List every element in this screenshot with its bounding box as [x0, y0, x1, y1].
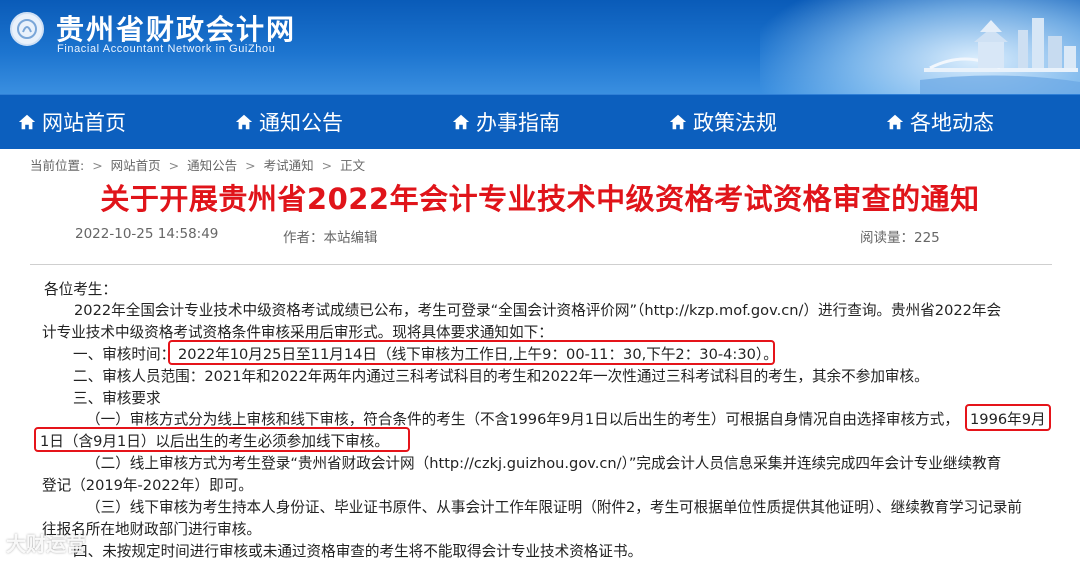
breadcrumb-separator: > [92, 158, 103, 173]
breadcrumb-current: 正文 [340, 158, 366, 173]
paragraph-line: 一、审核时间： [73, 346, 176, 363]
article-views: 阅读量：225 [860, 230, 940, 246]
site-logo-icon[interactable] [10, 12, 44, 46]
site-subtitle: Finacial Accountant Network in GuiZhou [57, 43, 276, 55]
breadcrumb: 当前位置: > 网站首页 > 通知公告 > 考试通知 > 正文 [30, 155, 365, 174]
breadcrumb-link-notices[interactable]: 通知公告 [187, 158, 237, 173]
paragraph-line: 2022年全国会计专业技术中级资格考试成绩已公布，考生可登录“全国会计资格评价网… [74, 302, 1002, 319]
paragraph-line: （二）线上审核方式为考生登录“贵州省财政会计网（http://czkj.guiz… [86, 455, 1002, 472]
main-nav: 网站首页 通知公告 办事指南 政策法规 各地动态 [0, 94, 1080, 149]
highlight-box [34, 427, 410, 452]
nav-item-policies[interactable]: 政策法规 [669, 95, 777, 149]
breadcrumb-link-exam[interactable]: 考试通知 [264, 158, 314, 173]
article-author: 作者：本站编辑 [283, 230, 378, 246]
nav-label: 各地动态 [910, 111, 994, 135]
breadcrumb-separator: > [168, 158, 180, 173]
breadcrumb-prefix: 当前位置: [30, 158, 85, 173]
nav-label: 通知公告 [259, 111, 343, 135]
nav-item-home[interactable]: 网站首页 [18, 95, 126, 149]
nav-item-regional[interactable]: 各地动态 [886, 95, 994, 149]
site-header: 贵州省财政会计网 Finacial Accountant Network in … [0, 0, 1080, 94]
breadcrumb-separator: > [245, 158, 256, 173]
home-icon [886, 114, 904, 130]
paragraph-line: 二、审核人员范围：2021年和2022年两年内通过三科考试科目的考生和2022年… [73, 368, 929, 385]
breadcrumb-link-home[interactable]: 网站首页 [111, 158, 161, 173]
nav-item-notices[interactable]: 通知公告 [235, 95, 343, 149]
home-icon [452, 114, 470, 130]
nav-label: 政策法规 [693, 111, 777, 135]
home-icon [235, 114, 253, 130]
home-icon [669, 114, 687, 130]
site-title: 贵州省财政会计网 [56, 13, 297, 46]
nav-label: 办事指南 [476, 111, 560, 135]
article-title: 关于开展贵州省2022年会计专业技术中级资格考试资格审查的通知 [100, 182, 980, 216]
nav-item-guide[interactable]: 办事指南 [452, 95, 560, 149]
breadcrumb-separator: > [321, 158, 333, 173]
nav-label: 网站首页 [42, 111, 126, 135]
highlight-box [168, 340, 775, 365]
city-skyline-icon [920, 18, 1080, 94]
paragraph-line: 登记（2019年-2022年）即可。 [42, 477, 253, 494]
paragraph-line: 三、审核要求 [73, 390, 161, 407]
home-icon [18, 114, 36, 130]
highlight-box [965, 404, 1051, 431]
divider [30, 264, 1052, 265]
paragraph-line: 各位考生： [44, 281, 117, 298]
paragraph-line: （三）线下审核为考生持本人身份证、毕业证书原件、从事会计工作年限证明（附件2，考… [86, 499, 1022, 516]
paragraph-line: 四、未按规定时间进行审核或未通过资格审查的考生将不能取得会计专业技术资格证书。 [73, 543, 643, 560]
watermark: 大财运营 [6, 532, 86, 556]
article-datetime: 2022-10-25 14:58:49 [75, 226, 219, 242]
